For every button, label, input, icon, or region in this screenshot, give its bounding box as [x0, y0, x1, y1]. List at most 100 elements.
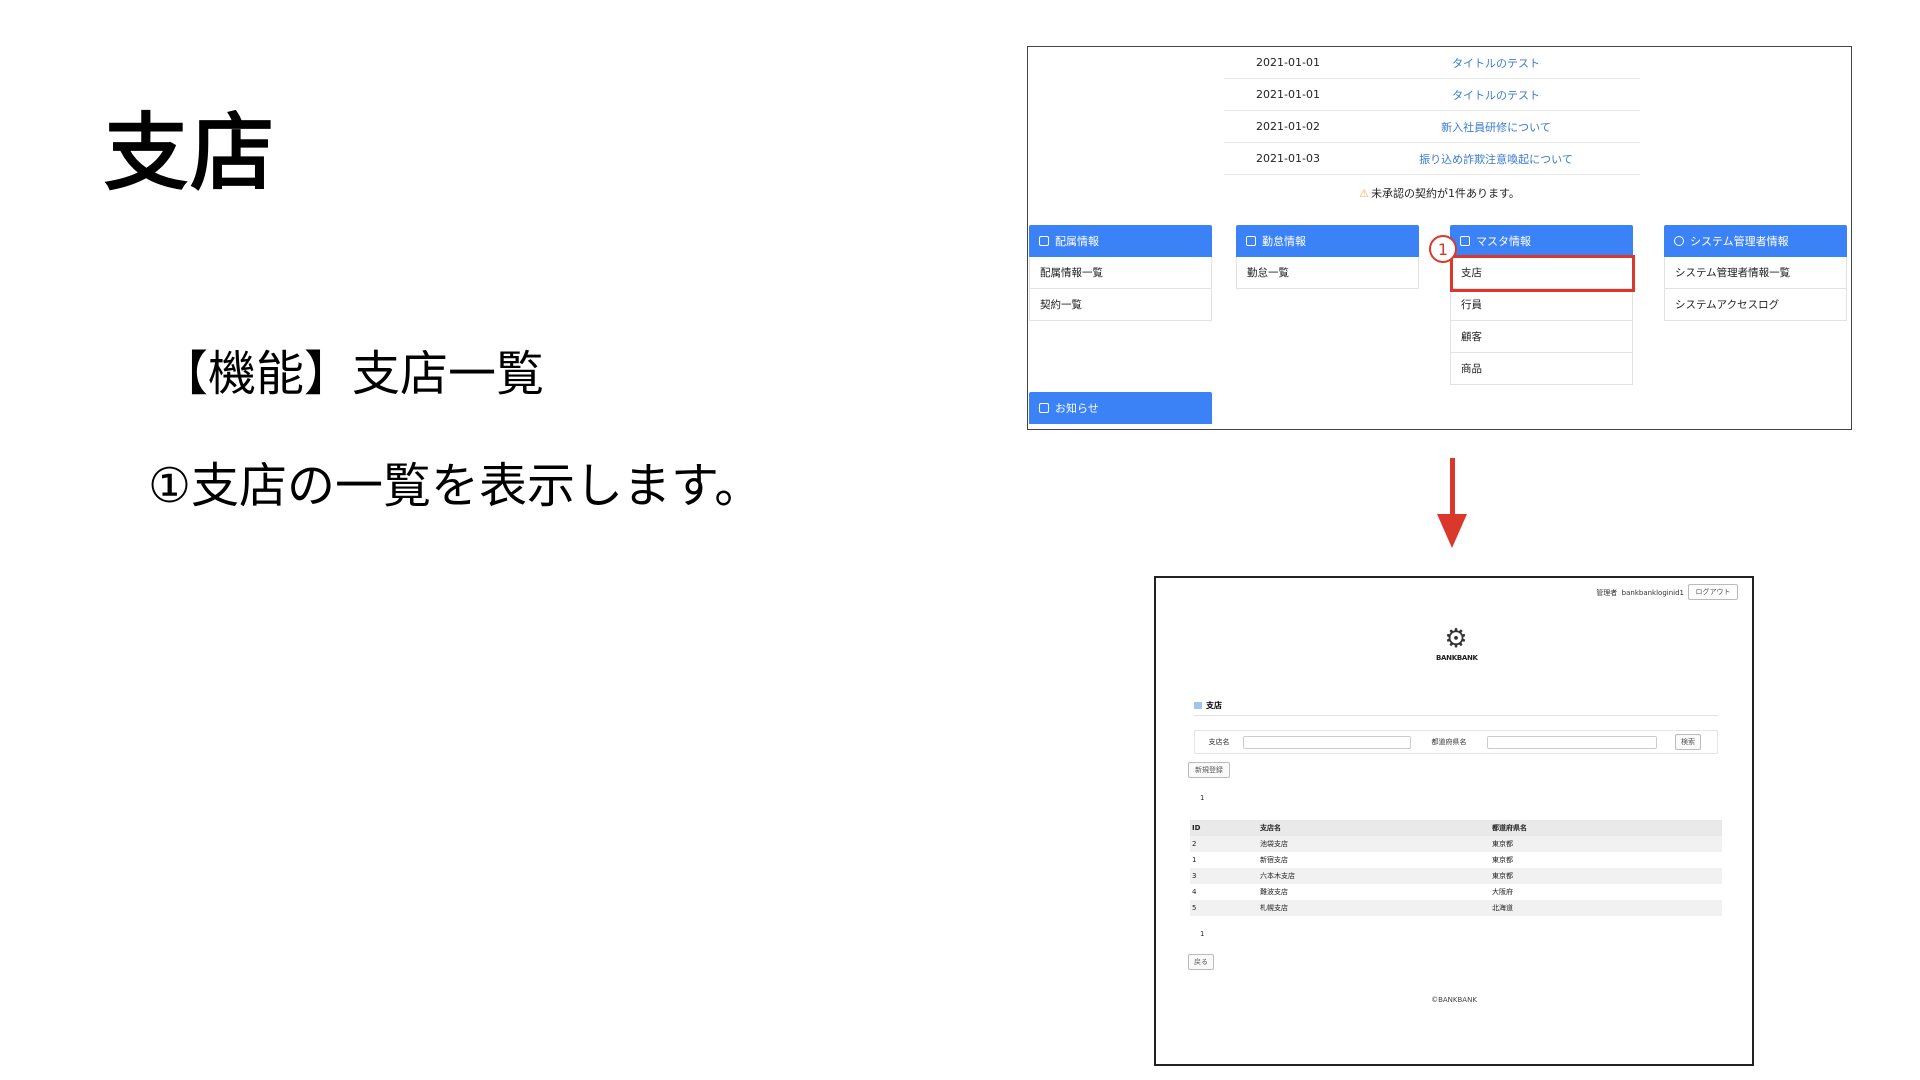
news-row: 2021-01-01 タイトルのテスト — [1224, 79, 1640, 111]
col-prefecture: 都道府県名 — [1490, 820, 1722, 836]
placement-panel-header: 配属情報 — [1029, 225, 1212, 257]
cell-id: 2 — [1190, 836, 1258, 852]
cell-branch-name: 六本木支店 — [1258, 868, 1490, 884]
search-button[interactable]: 検索 — [1675, 734, 1701, 750]
menu-item-contract-list[interactable]: 契約一覧 — [1029, 289, 1212, 321]
cell-branch-name: 池袋支店 — [1258, 836, 1490, 852]
cell-id: 4 — [1192, 888, 1197, 896]
pagination-top[interactable]: 1 — [1200, 794, 1204, 802]
news-title-link[interactable]: 新入社員研修について — [1352, 119, 1640, 135]
cell-prefecture: 東京都 — [1492, 856, 1513, 864]
master-panel-header: マスタ情報 — [1450, 225, 1633, 257]
cell-id: 3 — [1190, 868, 1258, 884]
down-arrow-shaft — [1450, 458, 1455, 516]
sysadmin-panel: システム管理者情報 システム管理者情報一覧 システムアクセスログ — [1664, 225, 1847, 321]
news-title-link[interactable]: タイトルのテスト — [1352, 87, 1640, 103]
notice-panel-title: お知らせ — [1055, 402, 1099, 415]
news-row: 2021-01-01 タイトルのテスト — [1224, 47, 1640, 79]
branch-list-screenshot: 管理者 bankbankloginid1 ログアウト ⚙ BANKBANK 支店… — [1154, 576, 1754, 1066]
notice-panel-header[interactable]: お知らせ — [1029, 392, 1212, 424]
news-list: 2021-01-01 タイトルのテスト 2021-01-01 タイトルのテスト … — [1224, 47, 1640, 175]
menu-item-product[interactable]: 商品 — [1450, 353, 1633, 385]
logout-button[interactable]: ログアウト — [1688, 584, 1738, 600]
feature-heading: 【機能】支店一覧 — [160, 346, 545, 402]
branch-name-label: 支店名 — [1208, 738, 1230, 746]
cell-id: 1 — [1192, 856, 1197, 864]
building-icon — [1039, 236, 1049, 246]
menu-item-sysadmin-list[interactable]: システム管理者情報一覧 — [1664, 257, 1847, 289]
menu-item-staff[interactable]: 行員 — [1450, 289, 1633, 321]
news-date: 2021-01-03 — [1256, 152, 1320, 165]
section-header: 支店 — [1194, 696, 1718, 716]
cell-prefecture: 東京都 — [1490, 836, 1722, 852]
branch-name-input[interactable] — [1243, 735, 1411, 749]
branch-table: ID 支店名 都道府県名 2 池袋支店 東京都 1 新宿支店 東京都 3 六本木… — [1190, 820, 1722, 916]
table-row[interactable]: 5 札幌支店 北海道 — [1190, 900, 1722, 916]
warning-icon: ⚠ — [1359, 187, 1369, 200]
new-register-button[interactable]: 新規登録 — [1188, 762, 1230, 778]
cell-prefecture: 東京都 — [1490, 868, 1722, 884]
prefecture-label: 都道府県名 — [1431, 738, 1467, 746]
pending-contract-warning: ⚠ 未承認の契約が1件あります。 — [1028, 185, 1851, 201]
table-row[interactable]: 1 新宿支店 東京都 — [1190, 852, 1722, 868]
sysadmin-panel-title: システム管理者情報 — [1690, 235, 1789, 248]
col-branch-name: 支店名 — [1258, 820, 1490, 836]
menu-screenshot: 2021-01-01 タイトルのテスト 2021-01-01 タイトルのテスト … — [1027, 46, 1852, 430]
news-row: 2021-01-03 振り込め詐欺注意喚起について — [1224, 143, 1640, 175]
news-date: 2021-01-02 — [1256, 120, 1320, 133]
table-header-row: ID 支店名 都道府県名 — [1190, 820, 1722, 836]
user-id: bankbankloginid1 — [1621, 589, 1684, 597]
cell-branch-name: 札幌支店 — [1258, 900, 1490, 916]
section-title: 支店 — [1206, 701, 1222, 710]
section-marker-icon — [1194, 702, 1202, 709]
placement-panel: 配属情報 配属情報一覧 契約一覧 — [1029, 225, 1212, 321]
footer-copyright: ©BANKBANK — [1431, 996, 1477, 1004]
menu-item-access-log[interactable]: システムアクセスログ — [1664, 289, 1847, 321]
col-id: ID — [1190, 820, 1258, 836]
cell-id: 5 — [1190, 900, 1258, 916]
step-number-badge: 1 — [1429, 235, 1457, 263]
menu-item-branch[interactable]: 支店 — [1450, 257, 1633, 289]
user-role: 管理者 — [1596, 589, 1618, 597]
cell-branch-name: 難波支店 — [1260, 888, 1288, 896]
menu-item-placement-list[interactable]: 配属情報一覧 — [1029, 257, 1212, 289]
database-icon — [1460, 236, 1470, 246]
table-row[interactable]: 2 池袋支店 東京都 — [1190, 836, 1722, 852]
slide: 支店 【機能】支店一覧 ①支店の一覧を表示します。 2021-01-01 タイト… — [0, 0, 1920, 1080]
feature-description: ①支店の一覧を表示します。 — [148, 458, 763, 514]
cell-branch-name: 新宿支店 — [1260, 856, 1288, 864]
cell-prefecture: 北海道 — [1490, 900, 1722, 916]
master-panel: マスタ情報 支店 行員 顧客 商品 — [1450, 225, 1633, 385]
user-info: 管理者 bankbankloginid1 — [1596, 588, 1684, 598]
attendance-panel: 勤怠情報 勤怠一覧 — [1236, 225, 1419, 289]
id-card-icon — [1246, 236, 1256, 246]
logo-text: BANKBANK — [1436, 654, 1478, 662]
table-row[interactable]: 3 六本木支店 東京都 — [1190, 868, 1722, 884]
rss-icon — [1039, 403, 1049, 413]
slide-title: 支店 — [104, 104, 277, 202]
logo-icon: ⚙ — [1444, 624, 1468, 654]
bankbank-logo: ⚙ BANKBANK — [1436, 624, 1478, 662]
back-button[interactable]: 戻る — [1188, 954, 1214, 970]
news-date: 2021-01-01 — [1256, 88, 1320, 101]
down-arrow-icon — [1437, 514, 1467, 548]
table-row[interactable]: 4 難波支店 大阪府 — [1190, 884, 1722, 900]
menu-item-customer[interactable]: 顧客 — [1450, 321, 1633, 353]
news-row: 2021-01-02 新入社員研修について — [1224, 111, 1640, 143]
cell-prefecture: 大阪府 — [1492, 888, 1513, 896]
prefecture-input[interactable] — [1487, 735, 1657, 749]
user-icon — [1674, 236, 1684, 246]
search-form: 支店名 都道府県名 検索 — [1194, 730, 1718, 754]
sysadmin-panel-header: システム管理者情報 — [1664, 225, 1847, 257]
menu-item-attendance-list[interactable]: 勤怠一覧 — [1236, 257, 1419, 289]
pagination-bottom[interactable]: 1 — [1200, 930, 1204, 938]
news-title-link[interactable]: タイトルのテスト — [1352, 55, 1640, 71]
news-title-link[interactable]: 振り込め詐欺注意喚起について — [1352, 151, 1640, 167]
placement-panel-title: 配属情報 — [1055, 235, 1099, 248]
attendance-panel-title: 勤怠情報 — [1262, 235, 1306, 248]
news-date: 2021-01-01 — [1256, 56, 1320, 69]
master-panel-title: マスタ情報 — [1476, 235, 1531, 248]
notice-panel: お知らせ — [1029, 392, 1212, 424]
warning-text: 未承認の契約が1件あります。 — [1370, 187, 1520, 200]
attendance-panel-header: 勤怠情報 — [1236, 225, 1419, 257]
